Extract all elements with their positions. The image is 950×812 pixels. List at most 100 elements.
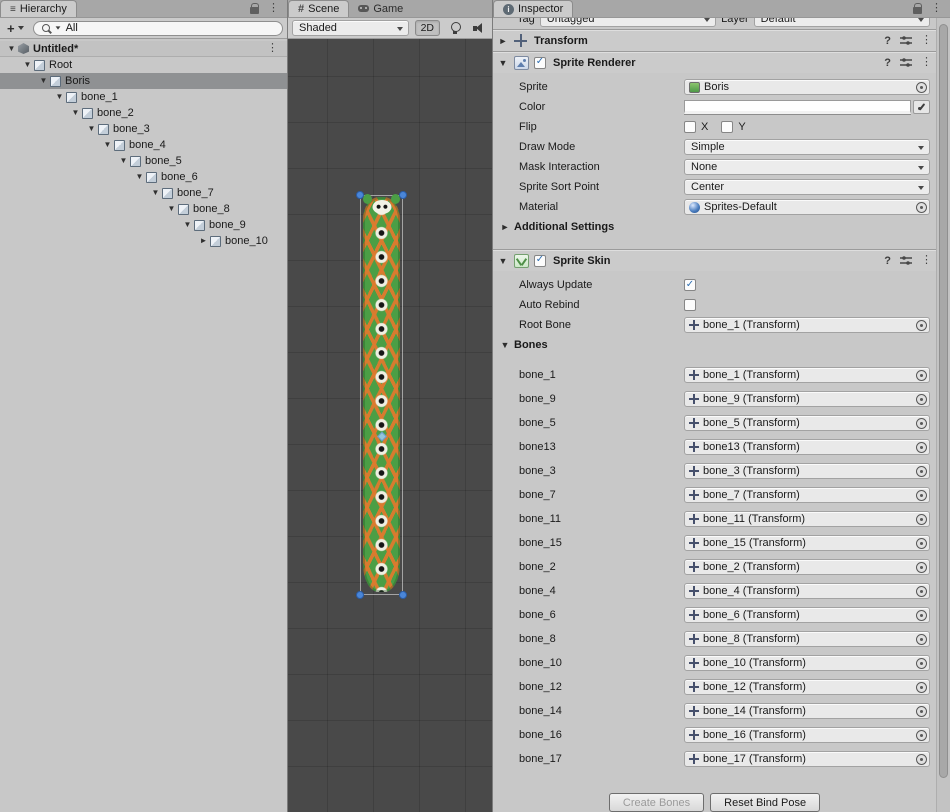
- bone-object-field[interactable]: bone_7 (Transform): [684, 487, 930, 503]
- help-icon[interactable]: ?: [884, 255, 891, 267]
- selection-handle[interactable]: [356, 591, 364, 599]
- flip-x-checkbox[interactable]: [684, 121, 696, 133]
- object-picker-icon[interactable]: [916, 730, 927, 741]
- bone-object-field[interactable]: bone_8 (Transform): [684, 631, 930, 647]
- foldout-open-icon[interactable]: ▼: [150, 185, 161, 201]
- shading-mode-dropdown[interactable]: Shaded: [292, 20, 409, 36]
- bone-object-field[interactable]: bone_2 (Transform): [684, 559, 930, 575]
- eyedropper-icon[interactable]: [913, 100, 930, 114]
- panel-menu-icon[interactable]: ⋮: [931, 3, 942, 14]
- object-picker-icon[interactable]: [916, 442, 927, 453]
- material-object-field[interactable]: Sprites-Default: [684, 199, 930, 215]
- tree-item-bone-1[interactable]: ▼ bone_1: [0, 89, 287, 105]
- create-bones-button[interactable]: Create Bones: [609, 793, 704, 812]
- object-picker-icon[interactable]: [916, 610, 927, 621]
- bone-object-field[interactable]: bone13 (Transform): [684, 439, 930, 455]
- tree-item-bone-2[interactable]: ▼ bone_2: [0, 105, 287, 121]
- additional-settings-foldout[interactable]: ► Additional Settings: [493, 217, 950, 237]
- selection-handle[interactable]: [399, 191, 407, 199]
- object-picker-icon[interactable]: [916, 658, 927, 669]
- flip-y-checkbox[interactable]: [721, 121, 733, 133]
- panel-menu-icon[interactable]: ⋮: [268, 3, 279, 14]
- help-icon[interactable]: ?: [884, 35, 891, 47]
- foldout-open-icon[interactable]: ▼: [134, 169, 145, 185]
- component-menu-icon[interactable]: ⋮: [921, 57, 932, 68]
- tag-dropdown[interactable]: Untagged: [540, 18, 716, 27]
- layer-dropdown[interactable]: Default: [754, 18, 930, 27]
- bone-object-field[interactable]: bone_17 (Transform): [684, 751, 930, 767]
- foldout-open-icon[interactable]: ▼: [182, 217, 193, 233]
- bone-object-field[interactable]: bone_12 (Transform): [684, 679, 930, 695]
- object-picker-icon[interactable]: [916, 682, 927, 693]
- foldout-open-icon[interactable]: ▼: [118, 153, 129, 169]
- foldout-open-icon[interactable]: ▼: [22, 57, 33, 73]
- object-picker-icon[interactable]: [916, 466, 927, 477]
- 2d-toggle-button[interactable]: 2D: [415, 20, 440, 36]
- tree-item-bone-4[interactable]: ▼ bone_4: [0, 137, 287, 153]
- bone-object-field[interactable]: bone_14 (Transform): [684, 703, 930, 719]
- sprite-renderer-component-header[interactable]: ▼ ✓ Sprite Renderer ? ⋮: [493, 51, 950, 73]
- object-picker-icon[interactable]: [916, 82, 927, 93]
- foldout-open-icon[interactable]: ▼: [497, 58, 509, 68]
- bones-foldout[interactable]: ▼ Bones: [493, 335, 950, 355]
- bone-object-field[interactable]: bone_3 (Transform): [684, 463, 930, 479]
- object-picker-icon[interactable]: [916, 394, 927, 405]
- foldout-open-icon[interactable]: ▼: [166, 201, 177, 217]
- lock-icon[interactable]: [250, 7, 259, 14]
- bone-object-field[interactable]: bone_5 (Transform): [684, 415, 930, 431]
- foldout-open-icon[interactable]: ▼: [54, 89, 65, 105]
- foldout-closed-icon[interactable]: ►: [497, 36, 509, 46]
- object-picker-icon[interactable]: [916, 202, 927, 213]
- object-picker-icon[interactable]: [916, 634, 927, 645]
- boris-sprite[interactable]: [363, 197, 400, 592]
- audio-toggle-icon[interactable]: [470, 20, 488, 36]
- tree-item-bone-6[interactable]: ▼ bone_6: [0, 169, 287, 185]
- selection-handle[interactable]: [356, 191, 364, 199]
- preset-icon[interactable]: [900, 255, 912, 266]
- foldout-open-icon[interactable]: ▼: [38, 73, 49, 89]
- foldout-open-icon[interactable]: ▼: [6, 41, 17, 57]
- foldout-open-icon[interactable]: ▼: [70, 105, 81, 121]
- bone-object-field[interactable]: bone_1 (Transform): [684, 367, 930, 383]
- component-menu-icon[interactable]: ⋮: [921, 255, 932, 266]
- auto-rebind-checkbox[interactable]: [684, 299, 696, 311]
- object-picker-icon[interactable]: [916, 514, 927, 525]
- root-bone-object-field[interactable]: bone_1 (Transform): [684, 317, 930, 333]
- component-enabled-checkbox[interactable]: ✓: [534, 255, 546, 267]
- bone-object-field[interactable]: bone_11 (Transform): [684, 511, 930, 527]
- tree-item-root[interactable]: ▼ Root: [0, 57, 287, 73]
- scene-menu-icon[interactable]: ⋮: [267, 43, 278, 54]
- scene-viewport[interactable]: [288, 39, 492, 812]
- create-object-button[interactable]: +: [4, 21, 27, 36]
- object-picker-icon[interactable]: [916, 706, 927, 717]
- object-picker-icon[interactable]: [916, 490, 927, 501]
- lighting-toggle-icon[interactable]: [446, 20, 464, 36]
- lock-icon[interactable]: [913, 7, 922, 14]
- object-picker-icon[interactable]: [916, 538, 927, 549]
- tab-game[interactable]: Game: [349, 0, 412, 17]
- draw-mode-dropdown[interactable]: Simple: [684, 139, 930, 155]
- sprite-sort-point-dropdown[interactable]: Center: [684, 179, 930, 195]
- help-icon[interactable]: ?: [884, 57, 891, 69]
- tree-item-bone-3[interactable]: ▼ bone_3: [0, 121, 287, 137]
- object-picker-icon[interactable]: [916, 562, 927, 573]
- bone-object-field[interactable]: bone_16 (Transform): [684, 727, 930, 743]
- mask-interaction-dropdown[interactable]: None: [684, 159, 930, 175]
- reset-bind-pose-button[interactable]: Reset Bind Pose: [710, 793, 820, 812]
- color-swatch[interactable]: [684, 100, 911, 114]
- foldout-open-icon[interactable]: ▼: [102, 137, 113, 153]
- object-picker-icon[interactable]: [916, 320, 927, 331]
- component-menu-icon[interactable]: ⋮: [921, 35, 932, 46]
- preset-icon[interactable]: [900, 35, 912, 46]
- component-enabled-checkbox[interactable]: ✓: [534, 57, 546, 69]
- bone-object-field[interactable]: bone_6 (Transform): [684, 607, 930, 623]
- foldout-open-icon[interactable]: ▼: [497, 256, 509, 266]
- always-update-checkbox[interactable]: ✓: [684, 279, 696, 291]
- bone-object-field[interactable]: bone_15 (Transform): [684, 535, 930, 551]
- object-picker-icon[interactable]: [916, 370, 927, 381]
- bone-object-field[interactable]: bone_9 (Transform): [684, 391, 930, 407]
- selection-handle[interactable]: [399, 591, 407, 599]
- tab-scene[interactable]: # Scene: [288, 0, 349, 17]
- hierarchy-search-input[interactable]: All: [33, 21, 283, 36]
- foldout-closed-icon[interactable]: ►: [198, 233, 209, 249]
